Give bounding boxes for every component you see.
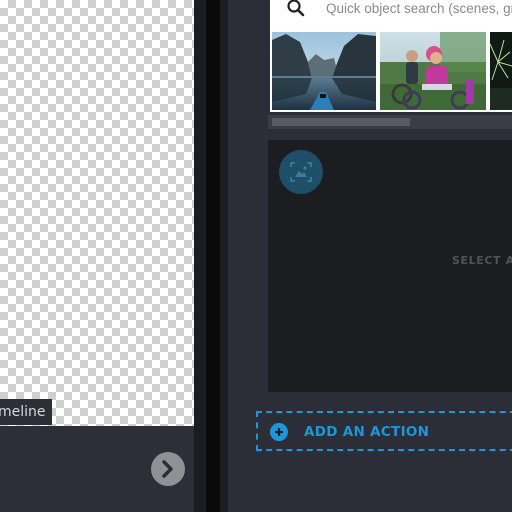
panel-divider (194, 0, 206, 512)
girl-bicycle-image (380, 32, 486, 110)
search-input[interactable] (326, 0, 512, 16)
add-circle-icon (270, 423, 288, 441)
timeline-tab-label: Timeline (0, 404, 46, 420)
thumbnail-fireworks[interactable] (490, 32, 512, 110)
add-action-label: ADD AN ACTION (304, 424, 430, 440)
lake-kayak-image (272, 32, 376, 110)
scrollbar-thumb[interactable] (272, 118, 410, 126)
image-placeholder-icon (279, 150, 323, 194)
timeline-tab[interactable]: Timeline (0, 399, 52, 425)
fireworks-image (490, 32, 512, 110)
panel-splitter[interactable] (206, 0, 220, 512)
chevron-right-icon (162, 460, 173, 478)
thumbnail-girl-bicycle[interactable] (380, 32, 486, 110)
thumbnail-lake-kayak[interactable] (272, 32, 376, 110)
search-icon (287, 0, 305, 17)
next-button[interactable] (151, 452, 185, 486)
preview-prompt: SELECT A T (452, 254, 512, 267)
panel-divider (220, 0, 228, 512)
transparent-canvas[interactable] (0, 0, 194, 426)
